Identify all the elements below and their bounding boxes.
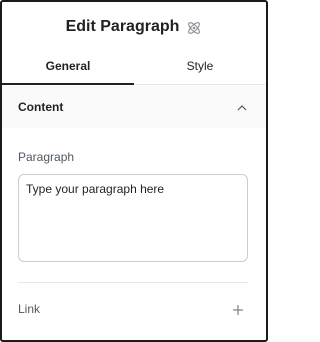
panel-header: Edit Paragraph — [2, 2, 266, 52]
content-section-title: Content — [18, 100, 64, 114]
edit-paragraph-panel: Edit Paragraph General Style Content Par… — [0, 0, 268, 342]
divider — [18, 282, 248, 283]
tab-style[interactable]: Style — [134, 52, 266, 84]
panel-title: Edit Paragraph — [65, 18, 180, 35]
content-section-toggle[interactable]: Content — [2, 86, 266, 128]
chevron-up-icon — [236, 101, 248, 113]
paragraph-label: Paragraph — [18, 150, 75, 164]
tab-bar: General Style — [2, 52, 266, 85]
paragraph-textarea[interactable] — [18, 174, 248, 262]
tab-general-label: General — [45, 59, 91, 73]
tab-general[interactable]: General — [2, 52, 134, 85]
tab-style-label: Style — [186, 59, 214, 73]
plus-icon[interactable] — [232, 303, 244, 315]
link-row[interactable]: Link — [2, 284, 266, 334]
atom-icon[interactable] — [186, 20, 202, 36]
link-label: Link — [18, 302, 41, 316]
